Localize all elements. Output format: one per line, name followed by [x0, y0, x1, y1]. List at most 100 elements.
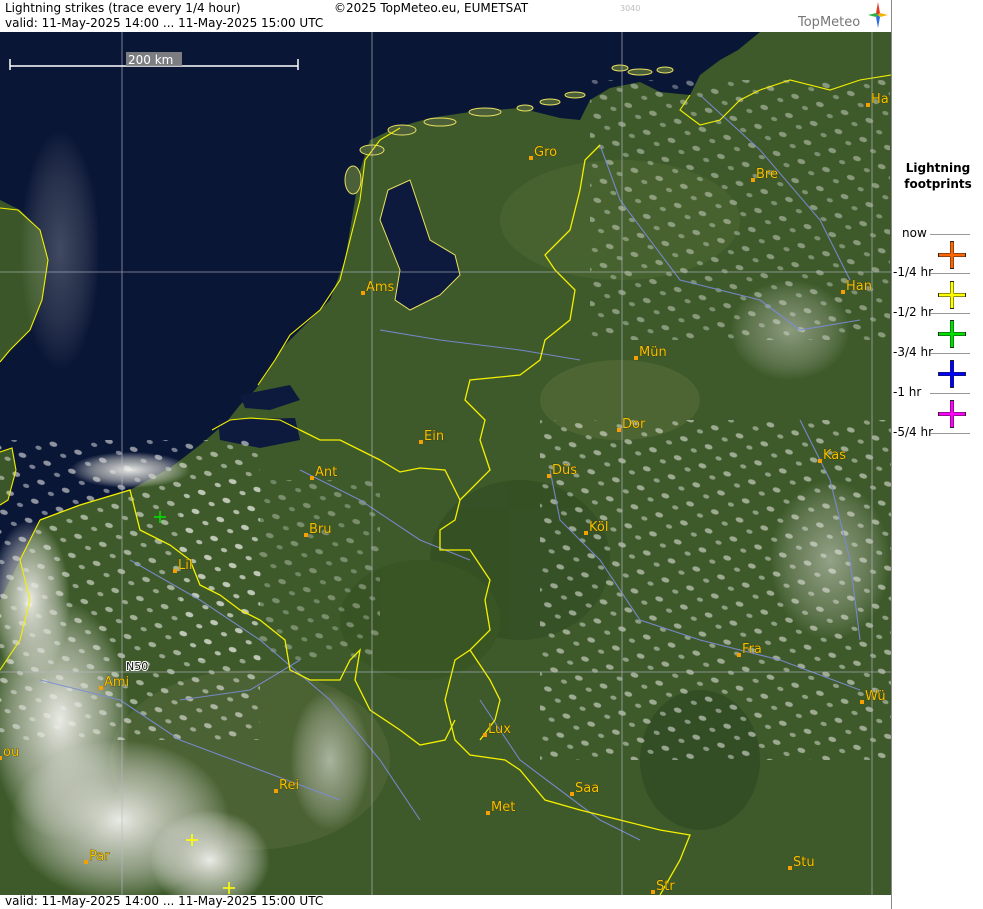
legend-cross-icon: [936, 398, 968, 430]
city-marker: Lux: [483, 722, 512, 737]
city-dot: [737, 653, 741, 657]
city-label: Bre: [756, 167, 778, 182]
city-dot: [529, 156, 533, 160]
city-label: Ami: [104, 675, 129, 690]
city-marker: Kas: [818, 448, 847, 463]
map-title: Lightning strikes (trace every 1/4 hour): [5, 1, 241, 15]
legend-divider: [930, 273, 970, 274]
city-label: Stu: [793, 855, 815, 870]
city-marker: Bre: [751, 167, 778, 182]
city-dot: [84, 860, 88, 864]
legend-time-label: -3/4 hr: [893, 345, 933, 359]
city-label: Düs: [552, 463, 577, 478]
city-dot: [584, 531, 588, 535]
latitude-label: N50: [126, 660, 148, 673]
city-label: Rei: [279, 778, 299, 793]
city-label: Par: [89, 849, 110, 864]
city-marker: Bru: [304, 522, 332, 537]
logo-text: TopMeteo: [798, 15, 861, 30]
city-marker: Düs: [547, 463, 578, 478]
city-label: Bru: [309, 522, 332, 537]
map-code: 3040: [620, 4, 641, 13]
city-dot: [818, 459, 822, 463]
valid-time-bottom: valid: 11-May-2025 14:00 ... 11-May-2025…: [5, 894, 324, 908]
city-label: Kas: [823, 448, 846, 463]
city-marker: Met: [486, 800, 516, 815]
header-bar: Lightning strikes (trace every 1/4 hour)…: [0, 0, 891, 32]
city-dot: [99, 686, 103, 690]
city-label: Gro: [534, 145, 557, 160]
legend-divider: [930, 433, 970, 434]
city-label: Köl: [589, 520, 608, 535]
map-canvas: N50 200 km Gro Bre Ha Ams Han Mün Dor Ein Ant Düs…: [0, 32, 891, 895]
city-label: Lux: [488, 722, 511, 737]
city-label: Dor: [622, 417, 646, 432]
city-dot: [547, 474, 551, 478]
legend-panel: Lightning footprints now -1/4 hr -1/2 hr -3…: [891, 0, 983, 909]
city-dot: [361, 291, 365, 295]
city-label: ou: [3, 745, 19, 760]
legend-time-label: -5/4 hr: [893, 425, 933, 439]
city-marker: Mün: [634, 345, 667, 360]
legend-cross-icon: [936, 318, 968, 350]
city-dot: [173, 569, 177, 573]
city-marker: Ams: [361, 280, 395, 295]
city-label: Saa: [575, 781, 599, 796]
city-label: Ha: [871, 92, 889, 107]
legend-cross-icon: [936, 279, 968, 311]
city-dot: [304, 533, 308, 537]
city-dot: [310, 476, 314, 480]
city-dot: [841, 290, 845, 294]
city-dot: [419, 440, 423, 444]
copyright-text: ©2025 TopMeteo.eu, EUMETSAT: [334, 1, 529, 15]
city-dot: [751, 178, 755, 182]
city-label: Ant: [315, 465, 337, 480]
city-label: Fra: [742, 642, 762, 657]
legend-divider: [930, 234, 970, 235]
legend-time-label: -1/2 hr: [893, 305, 933, 319]
city-dot: [0, 756, 2, 760]
city-marker: Saa: [570, 781, 599, 796]
legend-divider: [930, 313, 970, 314]
city-marker: Ant: [310, 465, 338, 480]
city-marker: ou: [0, 745, 20, 760]
legend-time-label: -1/4 hr: [893, 265, 933, 279]
legend-cross-icon: [936, 239, 968, 271]
city-marker: Ami: [99, 675, 129, 690]
city-dot: [274, 789, 278, 793]
legend-time-label: now: [902, 226, 927, 240]
satellite-map[interactable]: N50 200 km Gro Bre Ha Ams Han Mün Dor Ein Ant Düs…: [0, 32, 891, 895]
city-dot: [860, 700, 864, 704]
legend-title-line2: footprints: [904, 177, 972, 191]
city-label: Han: [846, 279, 872, 294]
legend-cross-icon: [936, 358, 968, 390]
city-dot: [866, 103, 870, 107]
legend-divider: [930, 353, 970, 354]
city-label: Lil: [178, 558, 192, 573]
city-dot: [483, 733, 487, 737]
legend-time-label: -1 hr: [893, 385, 922, 399]
valid-time-top: valid: 11-May-2025 14:00 ... 11-May-2025…: [5, 16, 324, 30]
city-label: Str: [656, 879, 675, 894]
city-label: Met: [491, 800, 515, 815]
legend-title-line1: Lightning: [905, 161, 971, 175]
city-marker: Gro: [529, 145, 557, 160]
legend-divider: [930, 393, 970, 394]
city-dot: [486, 811, 490, 815]
footer-bar: valid: 11-May-2025 14:00 ... 11-May-2025…: [0, 894, 891, 909]
city-label: Ams: [366, 280, 395, 295]
city-marker: Han: [841, 279, 872, 294]
city-dot: [788, 866, 792, 870]
city-dot: [570, 792, 574, 796]
compass-star-icon: [868, 2, 888, 28]
city-dot: [617, 428, 621, 432]
city-dot: [634, 356, 638, 360]
legend-title: Lightning footprints: [892, 160, 983, 192]
city-label: Wü: [865, 689, 886, 704]
city-dot: [651, 890, 655, 894]
city-label: Ein: [424, 429, 444, 444]
scale-label: 200 km: [128, 53, 173, 67]
city-marker: Dor: [617, 417, 646, 432]
topmeteo-logo[interactable]: TopMeteo: [796, 2, 888, 32]
city-label: Mün: [639, 345, 667, 360]
